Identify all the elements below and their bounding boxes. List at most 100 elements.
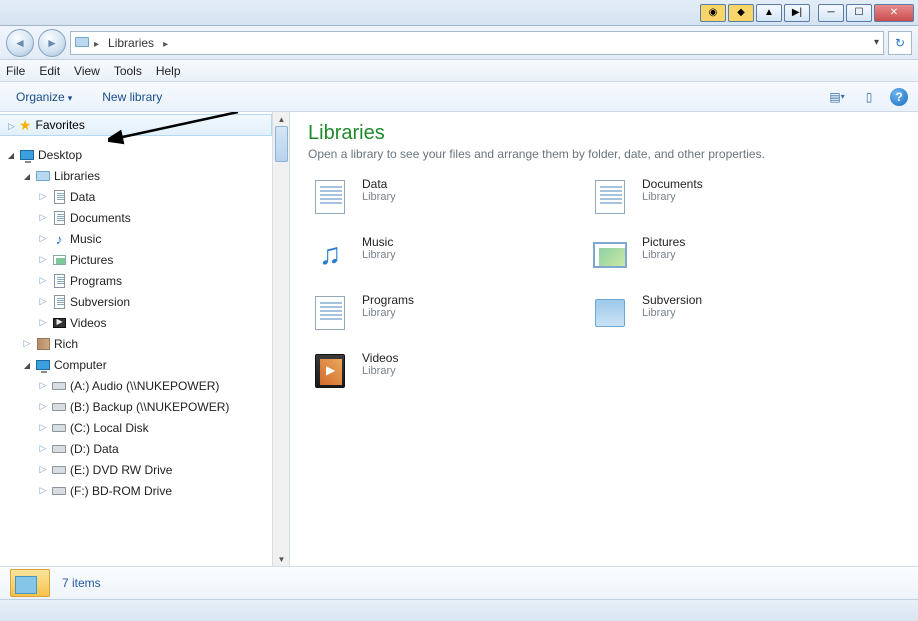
tree-lib-item[interactable]: Pictures [0, 249, 289, 270]
menu-tools[interactable]: Tools [114, 64, 142, 78]
expand-icon[interactable] [38, 275, 48, 286]
expand-icon[interactable] [38, 443, 48, 454]
address-bar[interactable]: Libraries ▾ [70, 31, 884, 55]
scroll-thumb[interactable] [275, 126, 288, 162]
tree-computer[interactable]: Computer [0, 354, 289, 375]
new-library-button[interactable]: New library [96, 87, 168, 107]
tray-icon-2[interactable]: ◆ [728, 4, 754, 22]
library-item[interactable]: PicturesLibrary [588, 235, 828, 275]
toolbar: Organize New library ▤▾ ▯ ? [0, 82, 918, 112]
drive-icon [51, 378, 67, 394]
expand-icon[interactable] [38, 380, 48, 391]
expand-icon[interactable] [38, 233, 48, 244]
collapse-icon[interactable] [22, 360, 32, 370]
tree-rich[interactable]: Rich [0, 333, 289, 354]
library-item-name: Pictures [642, 235, 685, 249]
menu-file[interactable]: File [6, 64, 25, 78]
tree-lib-item[interactable]: Programs [0, 270, 289, 291]
tray-next-icon[interactable]: ▶| [784, 4, 810, 22]
menu-help[interactable]: Help [156, 64, 181, 78]
tree-scrollbar[interactable]: ▲ ▼ [272, 112, 289, 566]
help-icon[interactable]: ? [890, 88, 908, 106]
monitor-icon [19, 147, 35, 163]
preview-pane-icon[interactable]: ▯ [858, 86, 880, 108]
menu-view[interactable]: View [74, 64, 100, 78]
tree-desktop[interactable]: Desktop [0, 144, 289, 165]
breadcrumb-sep[interactable] [162, 36, 169, 50]
library-item-type: Library [642, 307, 702, 319]
collapse-icon[interactable] [22, 171, 32, 181]
tree-item-label: (C:) Local Disk [70, 421, 149, 435]
tree-favorites[interactable]: ★ Favorites [0, 114, 272, 136]
address-dropdown-icon[interactable]: ▾ [874, 37, 879, 48]
status-folder-icon [10, 569, 50, 597]
expand-icon[interactable] [22, 338, 32, 349]
maximize-button[interactable]: ☐ [846, 4, 872, 22]
library-item[interactable]: DocumentsLibrary [588, 177, 828, 217]
expand-icon[interactable] [38, 296, 48, 307]
library-subversion-icon [588, 293, 632, 333]
tree-item-label: (E:) DVD RW Drive [70, 463, 172, 477]
library-item-type: Library [362, 249, 396, 261]
tree-drive-item[interactable]: (F:) BD-ROM Drive [0, 480, 289, 501]
collapse-icon[interactable] [6, 150, 16, 160]
refresh-button[interactable]: ↻ [888, 31, 912, 55]
user-icon [35, 336, 51, 352]
library-item[interactable]: DataLibrary [308, 177, 548, 217]
nav-bar: ◄ ► Libraries ▾ ↻ [0, 26, 918, 60]
view-mode-icon[interactable]: ▤▾ [826, 86, 848, 108]
expand-icon[interactable] [38, 464, 48, 475]
breadcrumb-item[interactable]: Libraries [104, 34, 158, 52]
expand-icon[interactable] [38, 212, 48, 223]
minimize-button[interactable]: ─ [818, 4, 844, 22]
organize-button[interactable]: Organize [10, 87, 78, 107]
library-item[interactable]: SubversionLibrary [588, 293, 828, 333]
page-icon [51, 210, 67, 226]
expand-icon[interactable] [8, 118, 15, 132]
tree-item-label: (A:) Audio (\\NUKEPOWER) [70, 379, 219, 393]
scroll-down-icon[interactable]: ▼ [273, 552, 290, 566]
expand-icon[interactable] [38, 485, 48, 496]
tree-drive-item[interactable]: (E:) DVD RW Drive [0, 459, 289, 480]
drive-icon [51, 420, 67, 436]
tree-item-label: (D:) Data [70, 442, 119, 456]
tree-lib-item[interactable]: Subversion [0, 291, 289, 312]
expand-icon[interactable] [38, 422, 48, 433]
back-button[interactable]: ◄ [6, 29, 34, 57]
tree-drive-item[interactable]: (A:) Audio (\\NUKEPOWER) [0, 375, 289, 396]
expand-icon[interactable] [38, 317, 48, 328]
video-icon [51, 315, 67, 331]
library-item[interactable]: ProgramsLibrary [308, 293, 548, 333]
close-button[interactable]: ✕ [874, 4, 914, 22]
library-item-name: Documents [642, 177, 703, 191]
tree-lib-item[interactable]: Documents [0, 207, 289, 228]
expand-icon[interactable] [38, 254, 48, 265]
breadcrumb-sep[interactable] [93, 36, 100, 50]
tree-drive-item[interactable]: (D:) Data [0, 438, 289, 459]
scroll-up-icon[interactable]: ▲ [273, 112, 290, 126]
library-item-name: Music [362, 235, 396, 249]
library-item-type: Library [362, 365, 398, 377]
library-pictures-icon [588, 235, 632, 275]
library-videos-icon [308, 351, 352, 391]
tree-item-label: Subversion [70, 295, 130, 309]
library-item-type: Library [362, 307, 414, 319]
forward-button[interactable]: ► [38, 29, 66, 57]
tree-lib-item[interactable]: Data [0, 186, 289, 207]
tray-icon-1[interactable]: ◉ [700, 4, 726, 22]
window-resize-bar [0, 599, 918, 621]
tree-drive-item[interactable]: (C:) Local Disk [0, 417, 289, 438]
computer-icon [35, 357, 51, 373]
expand-icon[interactable] [38, 191, 48, 202]
tray-up-icon[interactable]: ▲ [756, 4, 782, 22]
star-icon: ★ [19, 117, 32, 134]
drive-icon [51, 483, 67, 499]
menu-edit[interactable]: Edit [39, 64, 60, 78]
expand-icon[interactable] [38, 401, 48, 412]
tree-lib-item[interactable]: ♪Music [0, 228, 289, 249]
tree-lib-item[interactable]: Videos [0, 312, 289, 333]
tree-drive-item[interactable]: (B:) Backup (\\NUKEPOWER) [0, 396, 289, 417]
library-item[interactable]: ♫MusicLibrary [308, 235, 548, 275]
library-item[interactable]: VideosLibrary [308, 351, 548, 391]
tree-libraries[interactable]: Libraries [0, 165, 289, 186]
